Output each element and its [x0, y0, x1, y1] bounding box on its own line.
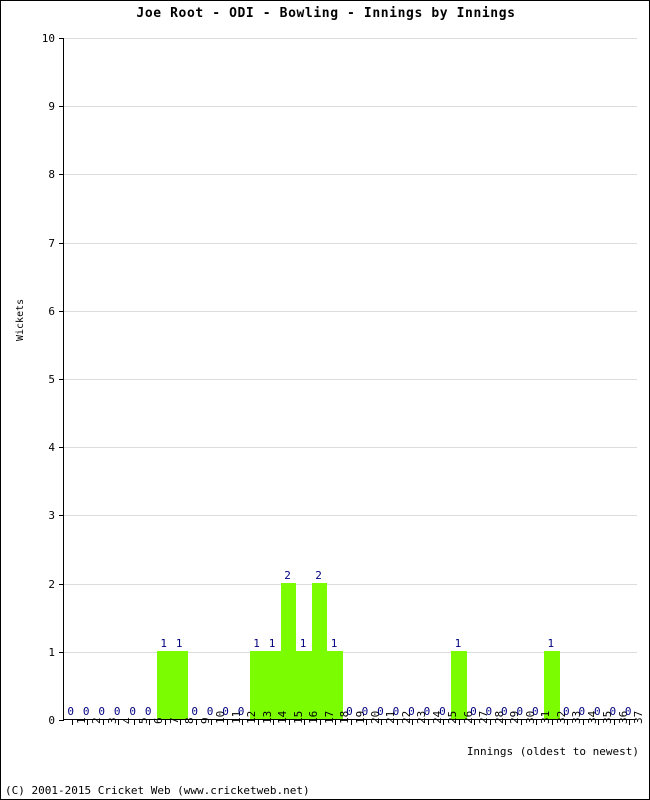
bar	[156, 650, 173, 719]
x-axis-tick	[427, 720, 429, 725]
bar-value-label: 0	[98, 705, 106, 718]
plot-area	[59, 38, 637, 725]
y-axis-tick-label: 5	[48, 373, 55, 386]
bar-value-label: 1	[160, 636, 167, 650]
x-axis-tick	[396, 720, 398, 725]
y-gridline	[64, 515, 637, 517]
bar-value-label: 1	[268, 636, 276, 650]
y-axis-tick-label: 9	[48, 100, 55, 114]
x-axis-tick-label: 6	[152, 717, 166, 724]
x-axis-tick-label: 12	[245, 710, 259, 724]
y-gridline	[64, 583, 637, 585]
x-axis-tick-label: 31	[539, 710, 553, 724]
x-axis-tick-label: 5	[136, 717, 150, 724]
y-axis-tick-label: 0	[48, 714, 55, 727]
bar	[327, 650, 343, 719]
bar-value-label: 0	[191, 705, 198, 718]
y-axis-tick	[59, 515, 64, 517]
x-axis-title: Innings (oldest to newest)	[466, 745, 639, 758]
y-axis-tick	[59, 379, 64, 380]
bar	[249, 650, 266, 719]
x-axis-tick-label: 4	[121, 717, 135, 724]
y-axis-tick-label: 10	[41, 32, 55, 45]
y-axis-tick	[59, 583, 64, 585]
x-axis-tick-label: 16	[307, 710, 321, 724]
bar-value-label: 0	[113, 705, 121, 718]
chart-title: Joe Root - ODI - Bowling - Innings by In…	[136, 6, 516, 21]
y-axis-tick	[59, 106, 64, 108]
y-axis-tick	[59, 651, 64, 653]
x-axis-tick	[458, 720, 460, 725]
x-axis-tick-label: 15	[291, 710, 305, 724]
y-gridline	[64, 106, 637, 108]
bar	[451, 650, 467, 719]
bar-value-label: 1	[454, 636, 462, 650]
chart-page: Joe Root - ODI - Bowling - Innings by In…	[0, 0, 650, 800]
x-axis-tick-label: 13	[260, 710, 274, 724]
x-axis-tick-label: 17	[322, 710, 336, 724]
bar-value-label: 2	[315, 568, 322, 582]
y-axis-tick	[59, 720, 64, 721]
y-axis-tick	[59, 242, 64, 244]
bar-value-label: 0	[82, 705, 90, 718]
bar-value-label: 1	[175, 636, 183, 650]
y-axis-tick-label: 2	[48, 577, 55, 591]
y-gridline	[64, 38, 637, 39]
bar-value-label: 1	[253, 636, 260, 650]
bar-value-label: 0	[129, 705, 136, 718]
bar-value-label: 1	[547, 636, 555, 650]
bar-value-label: 0	[67, 705, 75, 718]
bar-value-label: 0	[144, 705, 152, 718]
x-axis-tick	[71, 720, 73, 725]
x-axis-tick-label: 37	[632, 710, 646, 724]
y-axis-tick-label: 3	[48, 509, 55, 523]
y-axis-tick-label: 1	[48, 645, 55, 659]
y-gridline	[64, 447, 637, 449]
y-axis-tick	[59, 310, 64, 312]
x-axis-tick-label: 8	[183, 717, 197, 724]
y-axis-tick	[59, 447, 64, 449]
y-gridline	[64, 242, 637, 244]
bar	[296, 650, 312, 719]
bar	[172, 650, 188, 719]
x-axis-tick-label: 25	[446, 710, 460, 724]
y-gridline	[64, 174, 637, 176]
y-gridline	[64, 310, 637, 312]
y-gridline	[64, 379, 637, 380]
copyright-footer: (C) 2001-2015 Cricket Web (www.cricketwe…	[5, 784, 310, 797]
y-axis-tick	[59, 174, 64, 176]
x-axis-tick	[489, 720, 491, 725]
y-axis-tick-label: 7	[48, 236, 55, 250]
bar-value-label: 1	[299, 636, 307, 650]
x-axis-tick-label: 3	[105, 717, 119, 724]
x-axis-tick-label: 9	[198, 717, 212, 724]
bar	[311, 582, 328, 719]
x-axis-tick-label: 14	[276, 710, 290, 724]
y-axis-tick-label: 4	[48, 441, 55, 455]
y-axis-tick-label: 6	[48, 304, 55, 318]
bar	[280, 582, 297, 719]
bar-value-label: 1	[330, 636, 338, 650]
bar-value-label: 2	[284, 568, 291, 582]
x-axis-tick-label: 2	[90, 717, 104, 724]
x-axis-tick-label: 7	[167, 717, 181, 724]
x-axis-tick-label: 1	[74, 717, 88, 724]
bar	[544, 650, 560, 719]
y-axis-tick-label: 8	[48, 168, 55, 182]
y-axis-tick	[59, 38, 64, 39]
bar	[265, 650, 281, 719]
